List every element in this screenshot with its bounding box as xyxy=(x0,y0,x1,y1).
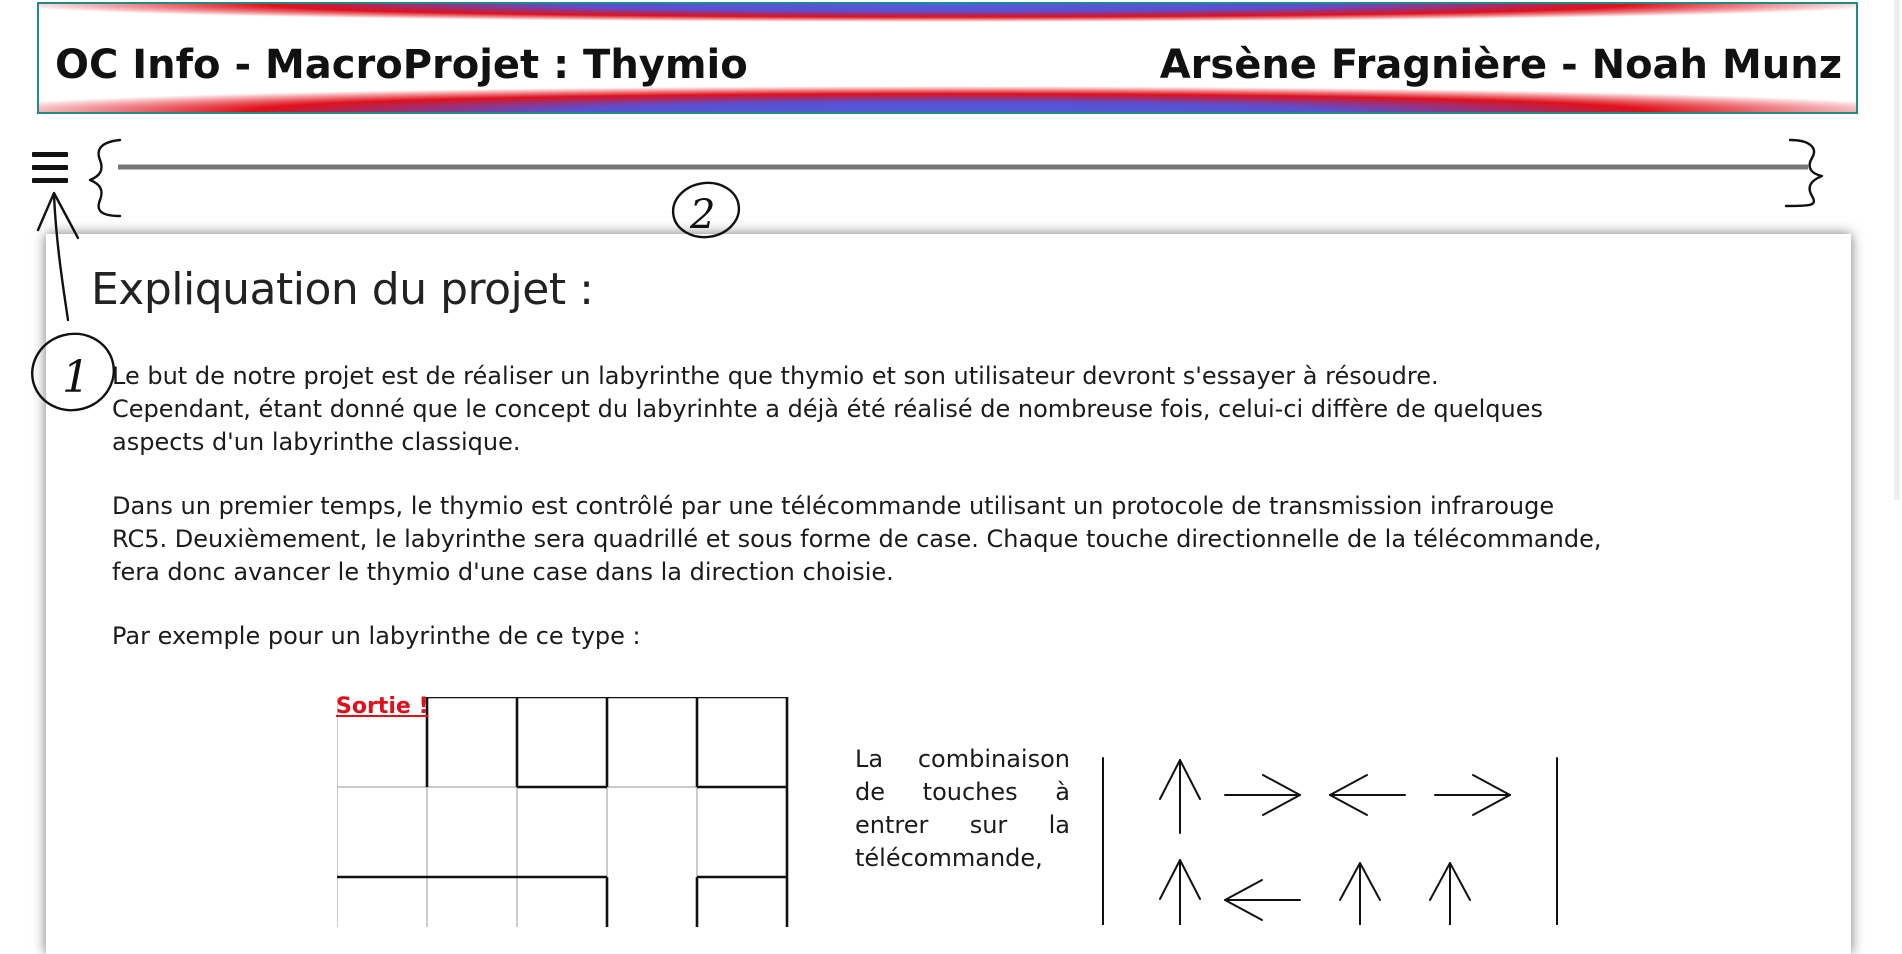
arrow-up-icon xyxy=(1429,862,1471,925)
arrow-left-icon xyxy=(1224,879,1301,921)
menu-icon[interactable] xyxy=(30,150,70,190)
arrow-right-icon xyxy=(1434,774,1511,816)
paragraph-intro: Le but de notre projet est de réaliser u… xyxy=(112,362,1543,456)
site-title: OC Info - MacroProjet : Thymio xyxy=(55,42,748,88)
header-top-band xyxy=(39,4,1856,22)
page-header: OC Info - MacroProjet : Thymio Arsène Fr… xyxy=(37,2,1858,114)
remote-key-sequence xyxy=(1102,757,1558,925)
arrow-up-icon xyxy=(1159,859,1201,925)
scrollbar[interactable] xyxy=(1894,0,1900,500)
combination-text: La combinaison de touches à entrer sur l… xyxy=(855,745,1070,872)
arrow-right-icon xyxy=(1224,774,1301,816)
navigation-bar[interactable] xyxy=(118,165,1808,169)
maze-grid xyxy=(337,697,789,927)
annotation-mark-2: 2 xyxy=(689,192,715,238)
authors-title: Arsène Fragnière - Noah Munz xyxy=(1159,42,1842,88)
arrow-up-icon xyxy=(1159,759,1201,834)
arrow-up-icon xyxy=(1339,862,1381,925)
arrow-left-icon xyxy=(1329,774,1406,816)
maze-exit-label: Sortie ! xyxy=(336,694,429,719)
paragraph-example: Par exemple pour un labyrinthe de ce typ… xyxy=(112,622,641,650)
section-heading: Expliquation du projet : xyxy=(91,264,594,315)
header-bottom-band xyxy=(39,86,1856,112)
paragraph-controls: Dans un premier temps, le thymio est con… xyxy=(112,492,1602,586)
